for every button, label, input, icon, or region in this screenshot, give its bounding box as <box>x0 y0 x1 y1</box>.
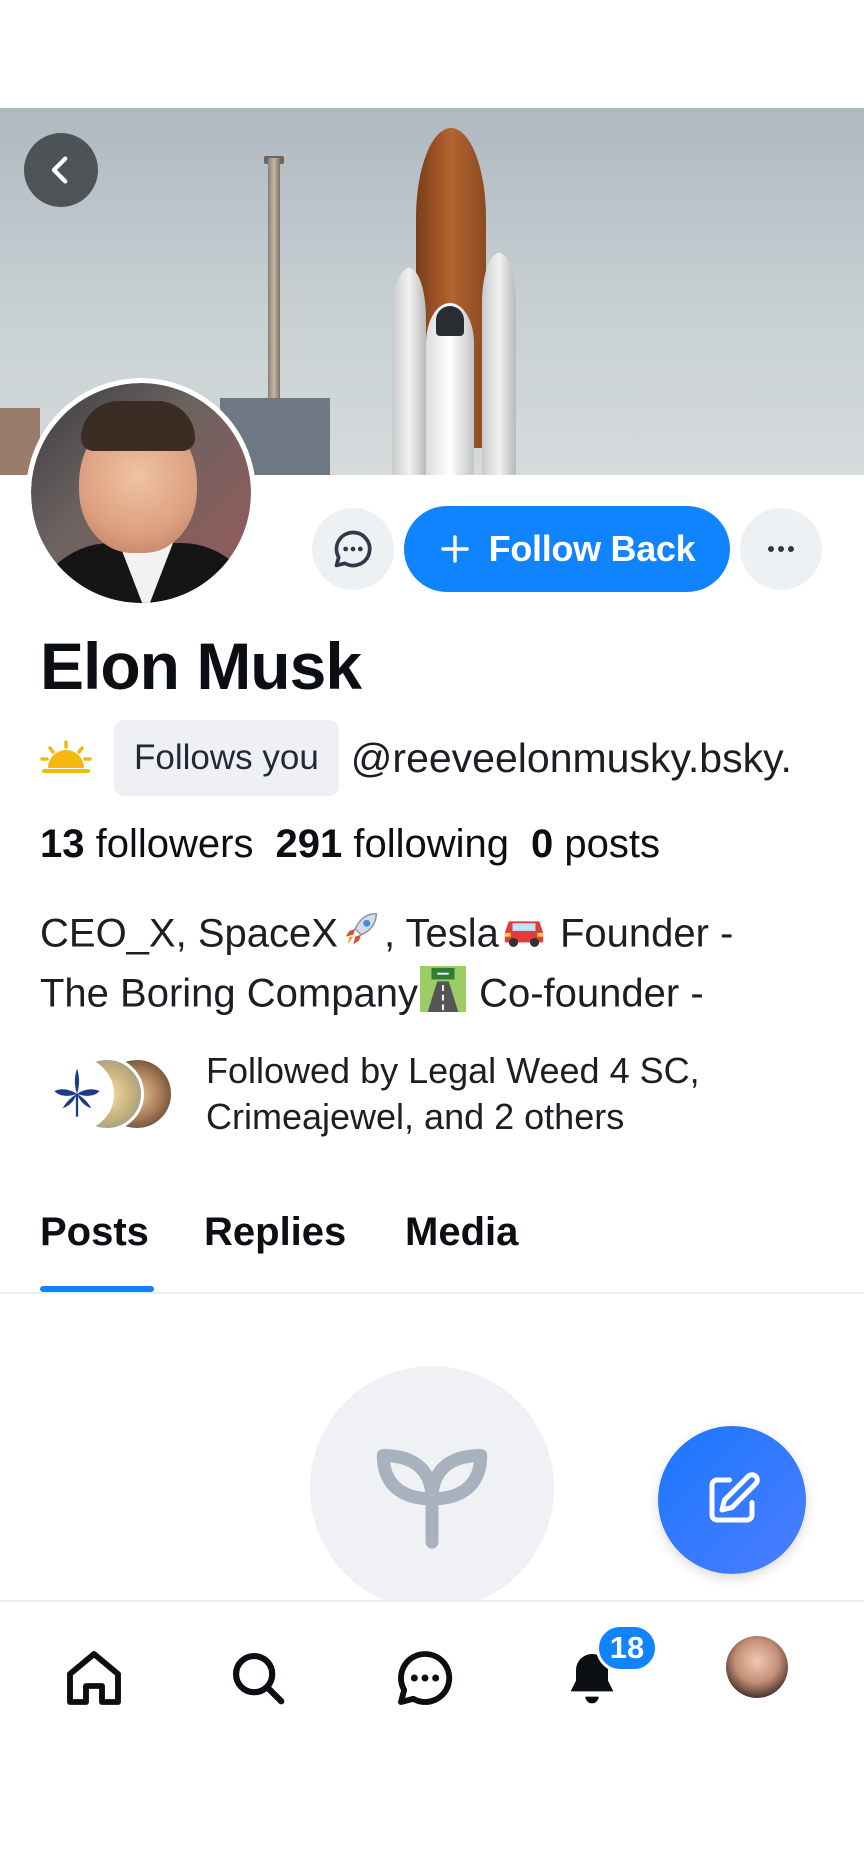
compose-post-button[interactable] <box>658 1426 806 1574</box>
nav-home[interactable] <box>54 1638 134 1718</box>
car-emoji-icon <box>499 906 549 966</box>
bio-text: CEO_X, SpaceX <box>40 911 338 956</box>
follow-back-label: Follow Back <box>488 528 696 569</box>
chat-bubble-icon <box>334 530 372 568</box>
back-button[interactable] <box>24 133 98 207</box>
chat-icon <box>398 1651 453 1705</box>
bio-text: , Tesla <box>383 911 499 956</box>
bio-text: The Boring Company <box>40 971 418 1016</box>
plus-icon <box>440 535 469 563</box>
tab-posts[interactable]: Posts <box>40 1210 149 1255</box>
bio-text: Co-founder - <box>467 971 704 1016</box>
banner-booster-left <box>392 268 426 475</box>
tab-replies[interactable]: Replies <box>204 1210 346 1255</box>
known-followers-avatars <box>40 1049 174 1139</box>
bio-text: Founder - <box>548 911 734 956</box>
posts-label: posts <box>564 822 660 866</box>
followed-by-row[interactable]: Followed by Legal Weed 4 SC, Crimeajewel… <box>40 1048 700 1140</box>
profile-bio: CEO_X, SpaceX , Tesla Founder - The Borin… <box>40 906 840 1026</box>
profile-actions: Follow Back <box>312 506 822 592</box>
more-horizontal-icon <box>768 546 794 552</box>
followers-stat[interactable]: 13 followers <box>40 822 253 867</box>
followed-by-line-2: Crimeajewel, and 2 others <box>206 1096 625 1137</box>
bio-line-2: The Boring Company Co-founder - <box>40 966 840 1026</box>
compose-icon <box>709 1472 760 1523</box>
followers-label: followers <box>95 822 254 866</box>
tab-media[interactable]: Media <box>405 1210 518 1255</box>
following-stat[interactable]: 291 following <box>275 822 509 867</box>
home-icon <box>67 1651 121 1705</box>
nav-search[interactable] <box>218 1638 298 1718</box>
nav-chat[interactable] <box>385 1638 465 1718</box>
profile-avatar[interactable] <box>26 378 256 608</box>
notifications-count-badge: 18 <box>596 1624 658 1672</box>
banner-tower <box>268 158 280 408</box>
bio-line-1: CEO_X, SpaceX , Tesla Founder - <box>40 906 840 966</box>
profile-tabs: Posts Replies Media <box>0 1196 864 1294</box>
following-label: following <box>353 822 509 866</box>
banner-orbiter-nose <box>436 306 464 336</box>
avatar-hair <box>81 401 195 451</box>
back-chevron-icon <box>51 156 68 184</box>
follows-you-badge: Follows you <box>114 720 339 796</box>
profile-stats: 13 followers 291 following 0 posts <box>40 822 660 867</box>
handle-row: Follows you @reeveelonmusky.bsky. <box>40 720 792 796</box>
followers-count: 13 <box>40 822 85 866</box>
followed-by-line-1: Followed by Legal Weed 4 SC, <box>206 1050 700 1091</box>
sprout-icon <box>376 1449 488 1549</box>
more-options-button[interactable] <box>740 508 822 590</box>
avatar-photo <box>31 383 251 603</box>
road-emoji-icon <box>418 966 468 1026</box>
message-button[interactable] <box>312 508 394 590</box>
empty-state-illustration <box>310 1366 554 1610</box>
banner-booster-right <box>482 253 516 475</box>
following-count: 291 <box>275 822 343 866</box>
sun-emoji-icon <box>40 740 96 776</box>
rocket-emoji-icon <box>338 906 384 966</box>
posts-stat: 0 posts <box>531 822 660 867</box>
follow-back-button[interactable]: Follow Back <box>404 506 730 592</box>
active-tab-indicator <box>40 1286 154 1292</box>
display-name: Elon Musk <box>40 629 362 703</box>
search-icon <box>232 1652 285 1705</box>
nav-my-profile-avatar[interactable] <box>726 1636 788 1698</box>
follower-avatar-1 <box>40 1057 114 1131</box>
followed-by-text: Followed by Legal Weed 4 SC, Crimeajewel… <box>206 1048 700 1140</box>
profile-handle[interactable]: @reeveelonmusky.bsky. <box>351 735 792 782</box>
posts-count: 0 <box>531 822 554 866</box>
